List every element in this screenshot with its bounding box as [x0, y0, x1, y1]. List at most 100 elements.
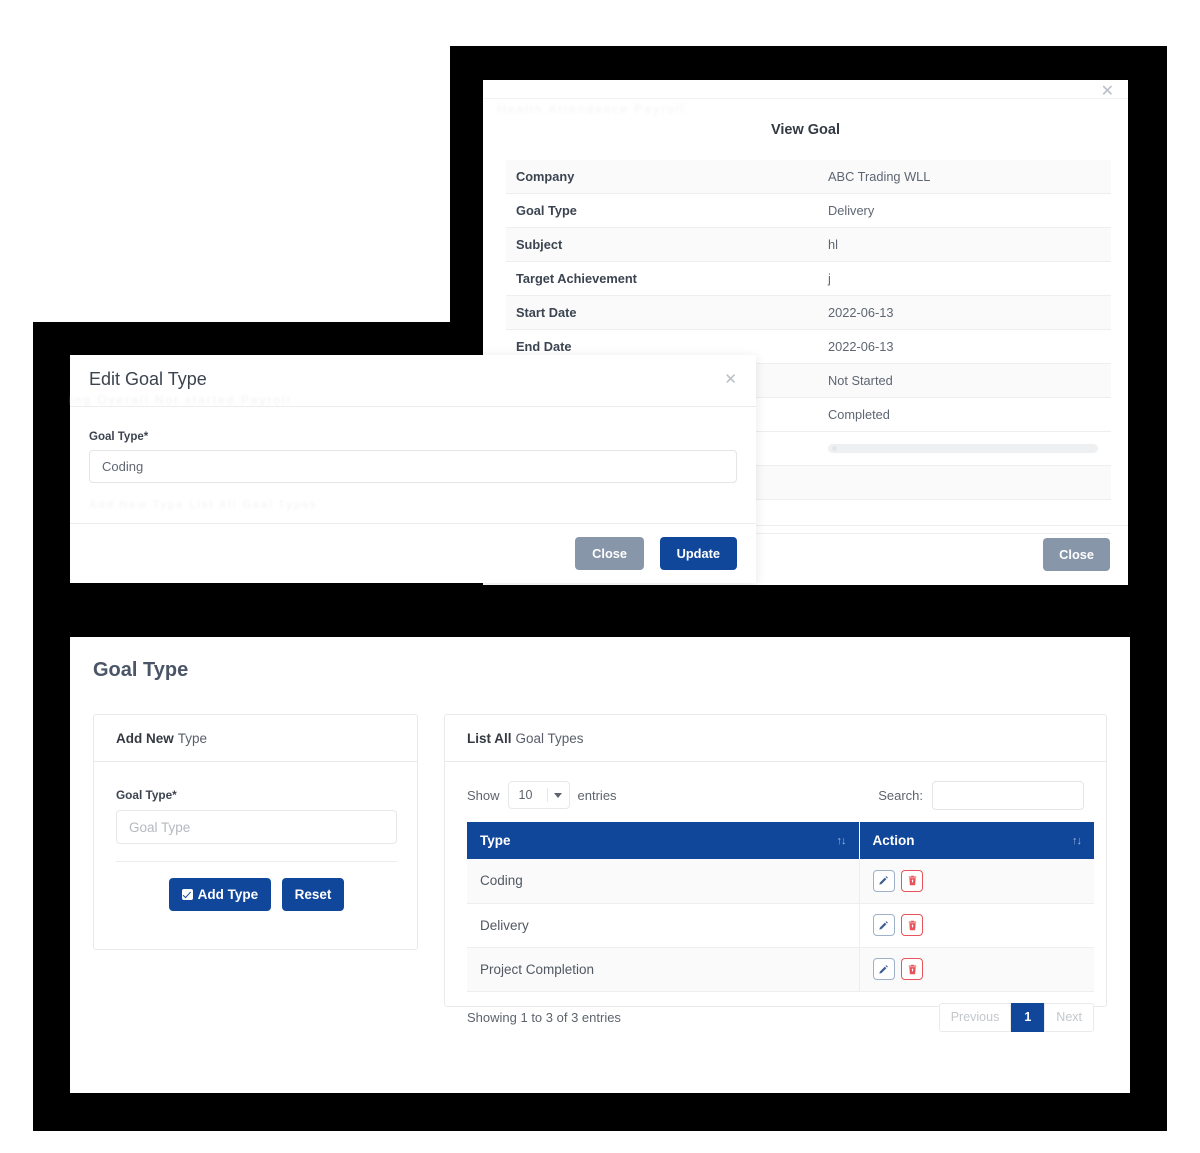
- goal-types-table: Type ↑↓ Action ↑↓ Coding Delivery Projec…: [467, 822, 1094, 992]
- search-label: Search:: [878, 787, 923, 803]
- edit-row-button[interactable]: [872, 914, 895, 936]
- goal-type-input[interactable]: [89, 450, 737, 483]
- column-header-action-label: Action: [872, 833, 915, 848]
- screenshot-stage: Health Attendance Payroll ✕ View Goal Co…: [0, 0, 1200, 1153]
- edit-modal-body: Goal Type* Add New Type List All Goal Ty…: [70, 407, 756, 523]
- view-goal-title: View Goal: [770, 122, 841, 138]
- table-head: Type ↑↓ Action ↑↓: [467, 822, 1094, 859]
- table-row: Target Achievement j: [506, 262, 1111, 296]
- pagination-previous[interactable]: Previous: [938, 1003, 1012, 1032]
- progress-bar: [828, 444, 1098, 453]
- column-header-action[interactable]: Action ↑↓: [859, 822, 1094, 859]
- close-button[interactable]: Close: [575, 537, 644, 570]
- delete-row-button[interactable]: [901, 914, 924, 936]
- detail-value: j: [828, 271, 831, 286]
- detail-label: End Date: [516, 339, 572, 354]
- blurred-background-text: Add New Type List All Goal Types: [89, 499, 318, 511]
- add-type-button[interactable]: Add Type: [168, 878, 272, 911]
- ghost-divider: [483, 98, 1128, 99]
- goal-type-label: Goal Type*: [116, 788, 177, 802]
- list-panel-header-bold: List All: [467, 730, 512, 746]
- detail-value: hl: [828, 237, 838, 252]
- list-panel-header-rest: Goal Types: [515, 730, 584, 746]
- table-row: Start Date 2022-06-13: [506, 296, 1111, 330]
- trash-icon: [908, 920, 916, 930]
- pagination-page-1[interactable]: 1: [1011, 1003, 1045, 1032]
- show-label: Show: [467, 787, 500, 803]
- page-title: Goal Type: [93, 659, 189, 681]
- goal-type-page: Goal Type Add New Type Goal Type* Add Ty…: [70, 637, 1130, 1093]
- sort-updown-icon: ↑↓: [1072, 834, 1082, 847]
- trash-icon: [908, 875, 916, 886]
- search-input[interactable]: [932, 780, 1084, 810]
- detail-value: 2022-06-13: [828, 305, 894, 320]
- pencil-icon: [879, 876, 888, 885]
- edit-modal-footer: Close Update: [70, 523, 756, 583]
- add-panel-actions: Add Type Reset: [116, 878, 397, 911]
- table-row: Goal Type Delivery: [506, 194, 1111, 228]
- table-row: Project Completion: [467, 947, 1094, 992]
- table-body: Coding Delivery Project Completion: [467, 859, 1094, 992]
- update-button[interactable]: Update: [659, 537, 737, 570]
- blurred-background-text: Health Attendance Payroll: [497, 102, 686, 116]
- edit-row-button[interactable]: [872, 869, 895, 892]
- goal-type-label: Goal Type*: [89, 431, 149, 443]
- detail-label: Subject: [516, 237, 563, 252]
- table-row: Coding: [467, 859, 1094, 904]
- detail-value: Not Started: [828, 373, 893, 388]
- detail-value: ABC Trading WLL: [828, 169, 931, 184]
- edit-goal-type-modal: Edit Goal Type ✕ ing Overall Not started…: [70, 355, 756, 583]
- table-header-row: Type ↑↓ Action ↑↓: [467, 822, 1094, 859]
- delete-row-button[interactable]: [901, 958, 924, 980]
- pagination: Previous 1 Next: [938, 1003, 1094, 1032]
- trash-icon: [908, 964, 916, 974]
- table-row: Delivery: [467, 903, 1094, 948]
- entries-length-control: Show 10 entries: [467, 781, 617, 809]
- close-icon[interactable]: ✕: [724, 370, 737, 388]
- sort-updown-icon: ↑↓: [836, 834, 847, 847]
- add-panel-header: Add New Type: [94, 715, 417, 762]
- close-icon[interactable]: ✕: [1101, 84, 1114, 100]
- cell-type: Delivery: [467, 903, 859, 948]
- datatable-controls: Show 10 entries Search:: [467, 780, 1084, 810]
- search-control: Search:: [878, 780, 1084, 810]
- detail-label: Goal Type: [516, 203, 577, 218]
- table-row: Company ABC Trading WLL: [506, 160, 1111, 194]
- entries-label: entries: [577, 787, 617, 803]
- edit-modal-header: Edit Goal Type ✕ ing Overall Not started…: [70, 355, 756, 407]
- add-panel-body: Goal Type* Add Type Reset: [94, 762, 417, 911]
- edit-modal-title: Edit Goal Type: [89, 369, 207, 389]
- entries-select[interactable]: 10: [507, 781, 570, 809]
- entries-select-value: 10: [518, 788, 533, 802]
- list-panel-body: Show 10 entries Search: Type ↑↓ Action ↑…: [445, 762, 1106, 1038]
- blurred-background-text: ing Overall Not started Payroll: [70, 393, 292, 407]
- detail-value: Delivery: [828, 203, 875, 218]
- cell-action: [858, 903, 1094, 948]
- cell-action: [858, 859, 1094, 904]
- list-goal-types-panel: List All Goal Types Show 10 entries Sear…: [444, 714, 1107, 1032]
- detail-label: Company: [516, 169, 575, 184]
- pagination-next[interactable]: Next: [1044, 1003, 1094, 1032]
- showing-entries-info: Showing 1 to 3 of 3 entries: [467, 1010, 621, 1025]
- add-new-type-panel: Add New Type Goal Type* Add Type Reset: [93, 714, 418, 950]
- goal-type-input[interactable]: [116, 810, 397, 844]
- delete-row-button[interactable]: [901, 869, 924, 892]
- progress-bar-wrap: [828, 444, 1111, 453]
- chevron-down-icon: [553, 793, 562, 798]
- edit-row-button[interactable]: [872, 958, 895, 980]
- detail-label: Start Date: [516, 305, 577, 320]
- detail-value: 2022-06-13: [828, 339, 894, 354]
- divider: [116, 861, 397, 862]
- add-panel-header-rest: Type: [177, 730, 208, 746]
- pencil-icon: [879, 964, 888, 974]
- checkbox-check-icon: [181, 889, 193, 900]
- column-header-type-label: Type: [480, 833, 511, 848]
- close-button[interactable]: Close: [1043, 538, 1110, 571]
- datatable-footer: Showing 1 to 3 of 3 entries Previous 1 N…: [467, 998, 1094, 1038]
- add-type-label: Add Type: [197, 887, 259, 902]
- cell-type: Coding: [467, 859, 859, 904]
- reset-button[interactable]: Reset: [281, 878, 345, 911]
- detail-value: Completed: [828, 407, 890, 422]
- column-header-type[interactable]: Type ↑↓: [467, 822, 860, 859]
- cell-type: Project Completion: [467, 947, 859, 992]
